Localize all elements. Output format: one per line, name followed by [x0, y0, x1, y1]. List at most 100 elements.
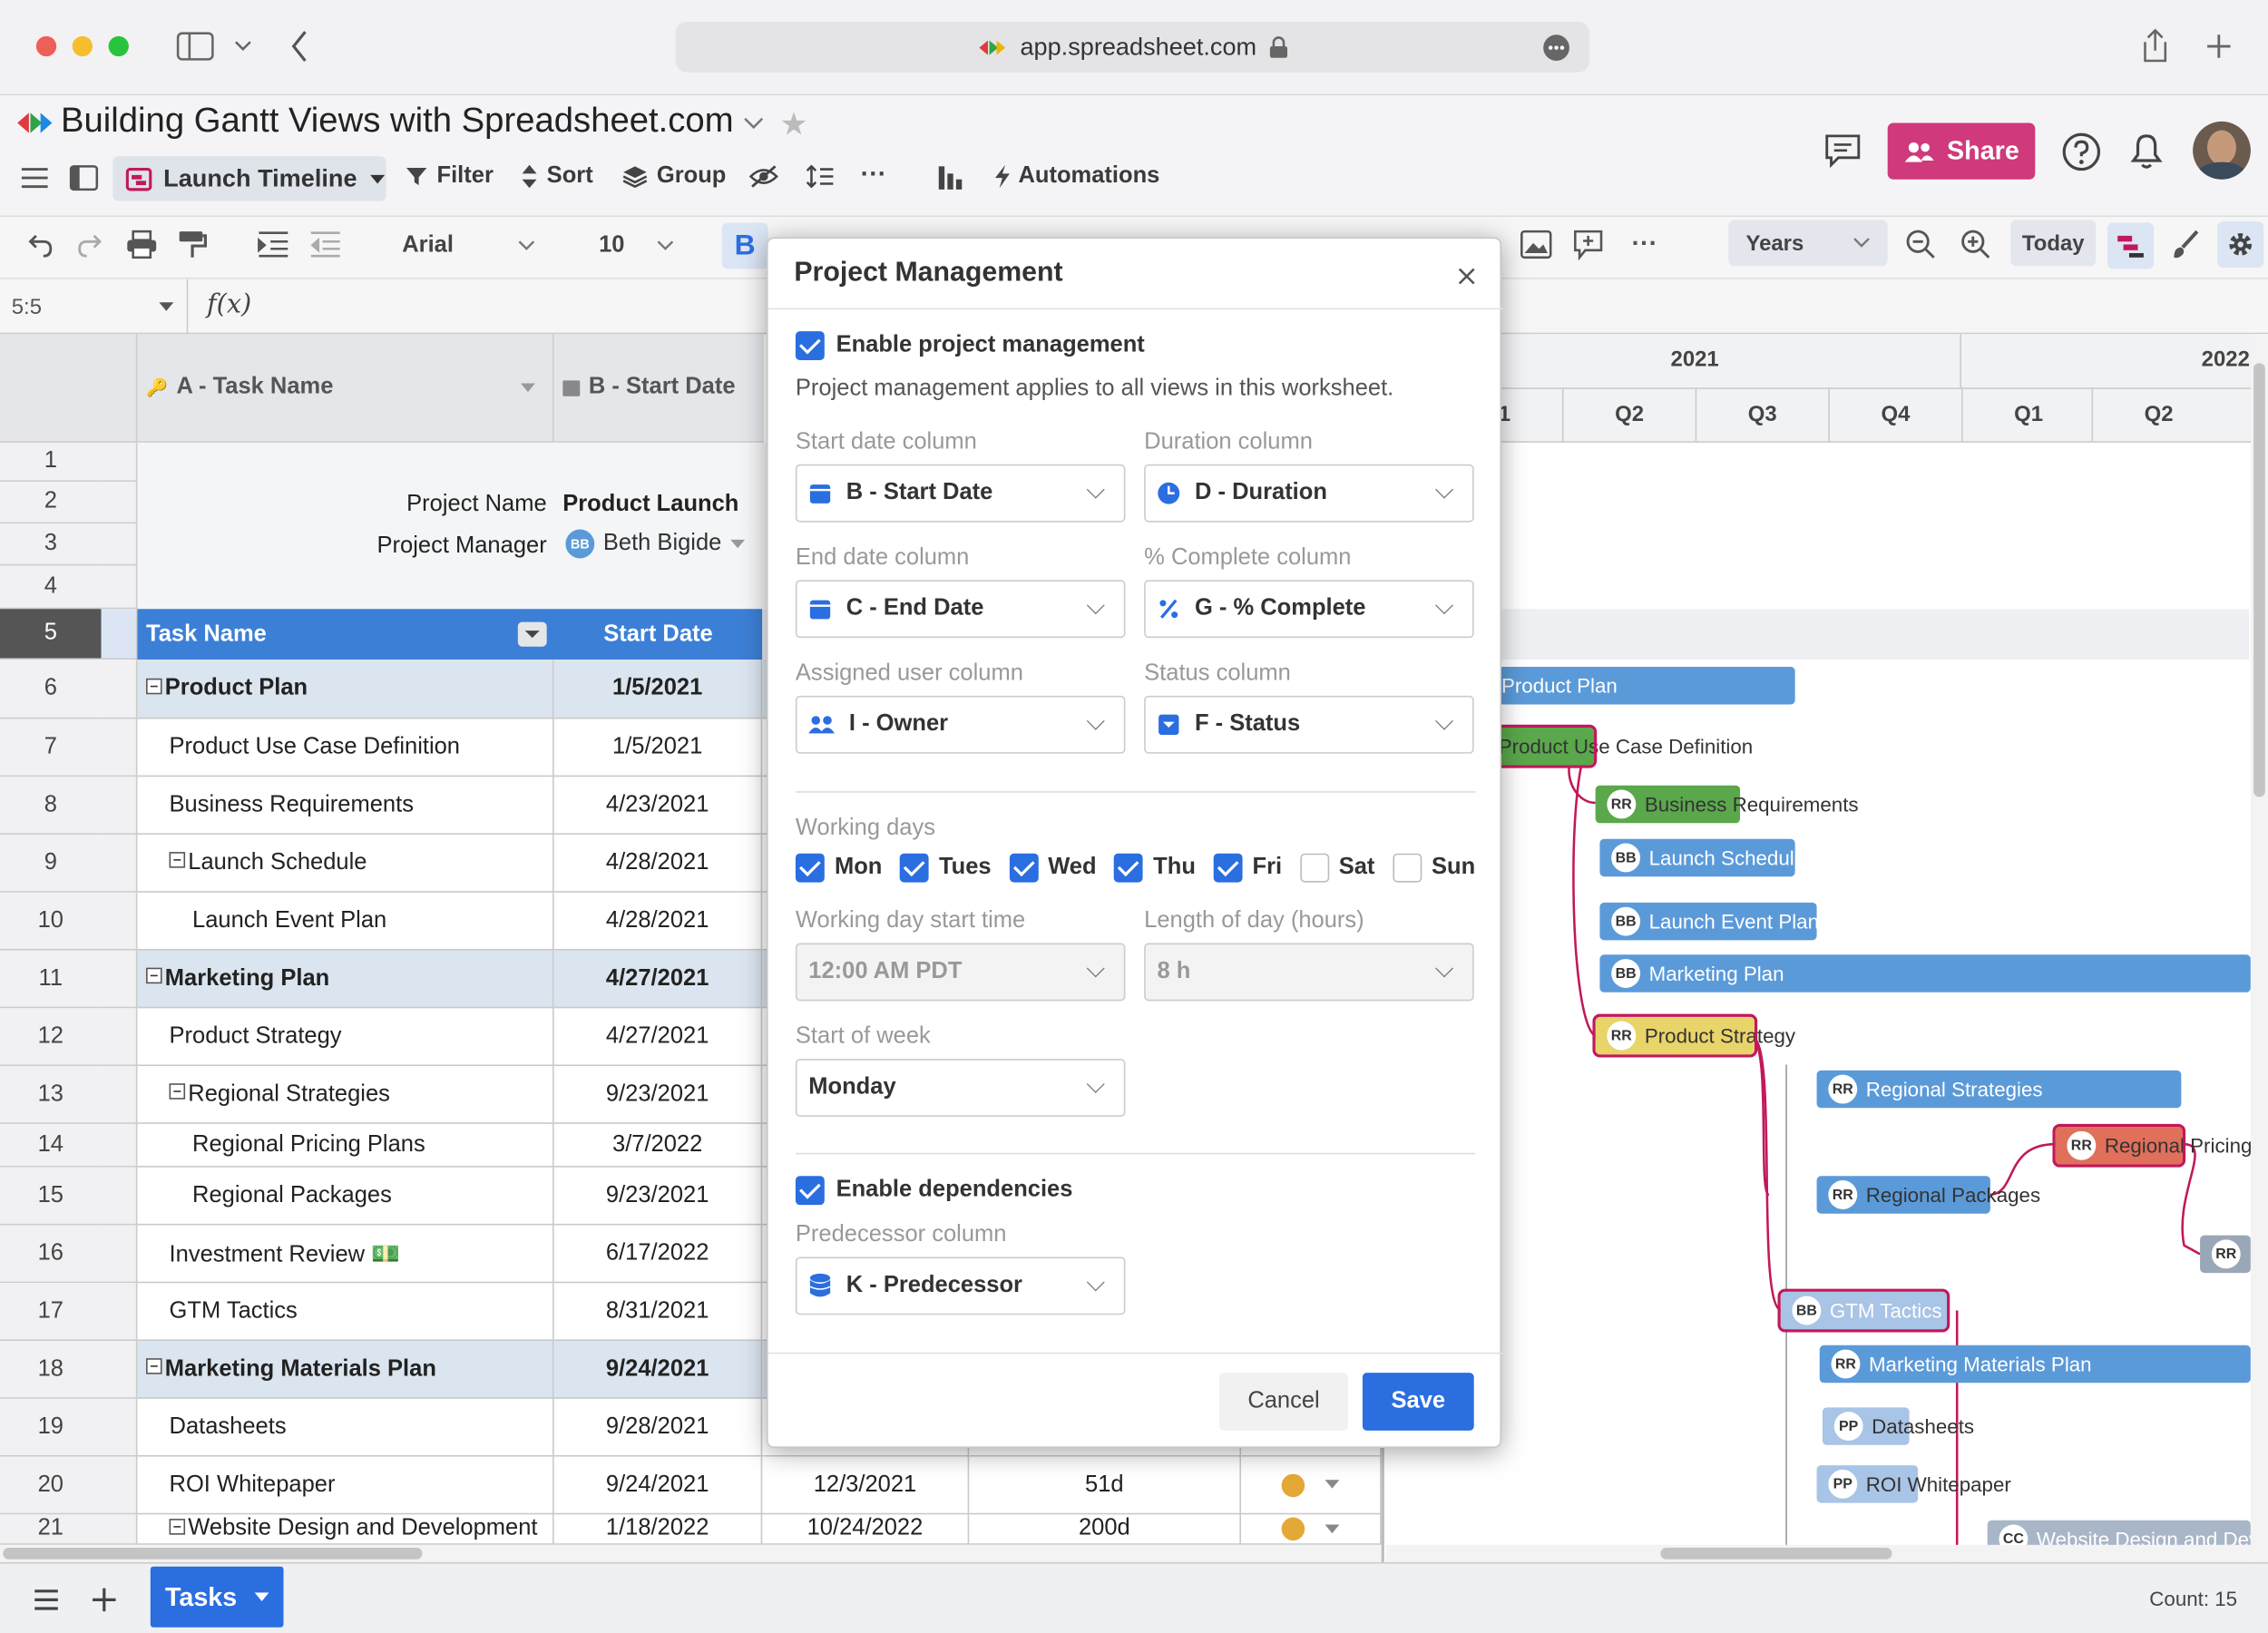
row-number[interactable]: 14 — [0, 1123, 102, 1168]
maximize-window-button[interactable] — [108, 35, 129, 57]
row-number[interactable]: 4 — [0, 565, 102, 610]
task-cell[interactable]: Regional Pricing Plans — [137, 1123, 554, 1168]
row-handle[interactable] — [101, 442, 138, 482]
project-manager-value[interactable]: BB Beth Bigide — [565, 529, 750, 559]
sort-button[interactable]: Sort — [521, 163, 593, 190]
row-handle[interactable] — [101, 1008, 138, 1067]
assigned-user-select[interactable]: I - Owner — [795, 695, 1126, 754]
row-number[interactable]: 16 — [0, 1225, 102, 1284]
row-number[interactable]: 20 — [0, 1456, 102, 1515]
duration-select[interactable]: D - Duration — [1144, 464, 1474, 523]
start-date-cell[interactable]: 6/17/2022 — [553, 1225, 763, 1284]
collapse-toggle[interactable] — [169, 1083, 186, 1100]
zoom-in-icon[interactable] — [1960, 229, 1991, 260]
print-icon[interactable] — [126, 230, 158, 259]
day-checkbox-fri[interactable]: Fri — [1213, 853, 1282, 883]
chart-icon[interactable] — [937, 165, 963, 191]
row-number[interactable]: 5 — [0, 609, 102, 660]
row-number[interactable]: 13 — [0, 1066, 102, 1124]
day-checkbox-wed[interactable]: Wed — [1009, 853, 1097, 883]
column-header-b[interactable]: B - Start Date — [553, 334, 764, 443]
start-time-select[interactable]: 12:00 AM PDT — [795, 943, 1126, 1002]
row-handle[interactable] — [101, 1123, 138, 1168]
start-date-cell[interactable]: 9/23/2021 — [553, 1167, 763, 1226]
task-cell[interactable]: Investment Review 💵 — [137, 1225, 554, 1284]
status-cell[interactable] — [1240, 1456, 1382, 1515]
gantt-bar[interactable]: BB GTM Tactics — [1777, 1288, 1950, 1333]
gantt-bar[interactable]: PP ROI Whitepaper — [1816, 1465, 2011, 1503]
more-icon[interactable]: ··· — [861, 159, 887, 189]
row-handle[interactable] — [101, 950, 138, 1009]
new-tab-icon[interactable] — [2204, 32, 2234, 61]
day-checkbox-mon[interactable]: Mon — [795, 853, 882, 883]
row-handle[interactable] — [101, 777, 138, 835]
row-number[interactable]: 15 — [0, 1167, 102, 1226]
task-cell[interactable]: GTM Tactics — [137, 1283, 554, 1342]
start-date-cell[interactable]: 9/24/2021 — [553, 1456, 763, 1515]
save-button[interactable]: Save — [1362, 1373, 1474, 1431]
start-date-cell[interactable]: 1/5/2021 — [553, 660, 763, 719]
indent-icon[interactable] — [258, 230, 289, 259]
task-cell[interactable]: Launch Event Plan — [137, 892, 554, 951]
row-number[interactable]: 12 — [0, 1008, 102, 1067]
task-cell[interactable]: Regional Packages — [137, 1167, 554, 1226]
view-selector[interactable]: Launch Timeline — [112, 156, 386, 201]
row-number[interactable]: 3 — [0, 523, 102, 566]
status-select[interactable]: F - Status — [1144, 695, 1474, 754]
panel-toggle-icon[interactable] — [69, 165, 99, 191]
gantt-bar[interactable]: RR — [2200, 1235, 2251, 1274]
gantt-bar[interactable]: BB Launch Schedule — [1599, 838, 1805, 877]
start-date-cell[interactable]: 4/27/2021 — [553, 950, 763, 1009]
redo-icon[interactable] — [75, 230, 104, 259]
column-header-a[interactable]: 🔑 A - Task Name — [137, 334, 554, 443]
menu-icon[interactable] — [20, 166, 49, 190]
row-handle[interactable] — [101, 719, 138, 777]
status-cell[interactable] — [1240, 1514, 1382, 1545]
start-date-cell[interactable]: 8/31/2021 — [553, 1283, 763, 1342]
collapse-toggle[interactable] — [169, 852, 186, 868]
gantt-bar[interactable]: BB Marketing Plan — [1599, 954, 2251, 993]
help-icon[interactable] — [2061, 132, 2102, 172]
row-number[interactable]: 7 — [0, 719, 102, 777]
start-date-cell[interactable]: 1/18/2022 — [553, 1514, 763, 1545]
start-date-cell[interactable]: 3/7/2022 — [553, 1123, 763, 1168]
task-cell[interactable]: Launch Schedule — [137, 834, 554, 893]
row-number[interactable]: 18 — [0, 1341, 102, 1399]
collapse-toggle[interactable] — [169, 1518, 186, 1534]
sidebar-toggle-icon[interactable] — [176, 32, 214, 61]
task-cell[interactable]: Product Strategy — [137, 1008, 554, 1067]
timescale-select[interactable]: Years — [1728, 220, 1888, 267]
gantt-bar[interactable]: Product Plan — [1498, 667, 1795, 705]
row-handle[interactable] — [101, 834, 138, 893]
undo-icon[interactable] — [26, 230, 55, 259]
row-handle[interactable] — [101, 1225, 138, 1284]
predecessor-select[interactable]: K - Predecessor — [795, 1257, 1126, 1315]
user-avatar[interactable] — [2193, 121, 2251, 180]
minimize-window-button[interactable] — [72, 35, 93, 57]
collapse-toggle[interactable] — [146, 677, 162, 694]
brush-icon[interactable] — [2170, 229, 2202, 260]
row-number[interactable]: 11 — [0, 950, 102, 1009]
font-family-select[interactable]: Arial — [402, 229, 535, 263]
notifications-icon[interactable] — [2127, 130, 2165, 171]
insert-image-icon[interactable] — [1520, 230, 1552, 259]
cell-reference-box[interactable]: 5:5 — [0, 279, 189, 335]
collapse-toggle[interactable] — [146, 967, 162, 984]
row-handle[interactable] — [101, 1398, 138, 1457]
task-cell[interactable]: Business Requirements — [137, 777, 554, 835]
row-handle[interactable] — [101, 1167, 138, 1226]
start-date-cell[interactable]: 4/23/2021 — [553, 777, 763, 835]
row-number[interactable]: 17 — [0, 1283, 102, 1342]
enable-pm-checkbox[interactable]: Enable project management — [795, 331, 1145, 361]
filter-button[interactable]: Filter — [405, 163, 494, 190]
title-dropdown-icon[interactable] — [744, 116, 764, 131]
start-date-cell[interactable]: 4/27/2021 — [553, 1008, 763, 1067]
gantt-bar[interactable]: RR Regional Strategies — [1816, 1070, 2182, 1109]
start-date-header[interactable]: Start Date — [554, 621, 763, 648]
row-handle[interactable] — [101, 1341, 138, 1399]
sheet-tab-tasks[interactable]: Tasks — [150, 1566, 284, 1628]
task-cell[interactable]: Product Use Case Definition — [137, 719, 554, 777]
row-handle[interactable] — [101, 565, 138, 610]
task-cell[interactable]: Marketing Plan — [137, 950, 554, 1009]
address-bar[interactable]: app.spreadsheet.com — [675, 21, 1590, 73]
